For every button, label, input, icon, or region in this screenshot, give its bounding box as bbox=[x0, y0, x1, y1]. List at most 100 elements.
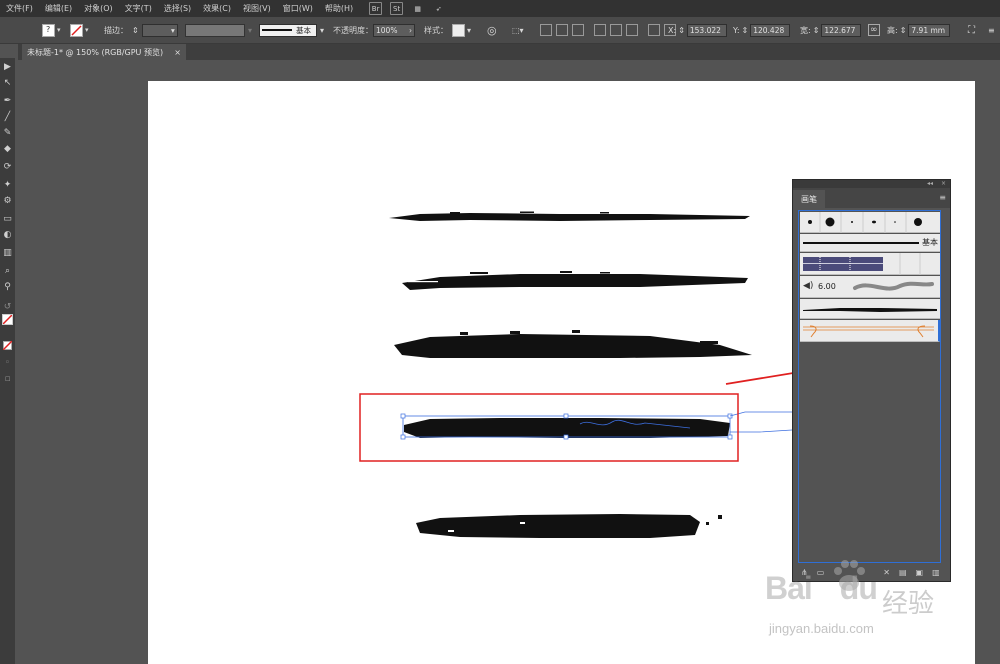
custom-brush-row[interactable] bbox=[800, 320, 940, 342]
zoom-tool-icon[interactable]: ⚲ bbox=[2, 282, 13, 293]
link-proportions-icon[interactable]: ∞ bbox=[868, 23, 880, 37]
h-field[interactable]: 7.91 mm bbox=[908, 23, 951, 37]
w-group: 宽: ⇕ 122.677 bbox=[800, 23, 862, 37]
w-label: 宽: bbox=[800, 25, 811, 35]
watermark-url: jingyan.baidu.com bbox=[769, 621, 874, 636]
stroke-swatch[interactable]: ▾ bbox=[70, 23, 89, 37]
stepper-icon[interactable]: ⇕ bbox=[900, 26, 907, 35]
stroke-color-icon bbox=[70, 23, 83, 37]
paw-icon bbox=[834, 560, 865, 591]
menu-type[interactable]: 文字(T) bbox=[119, 3, 158, 14]
menu-file[interactable]: 文件(F) bbox=[0, 3, 39, 14]
calligraphic-brushes-row bbox=[800, 212, 940, 233]
distribute-icon[interactable] bbox=[648, 24, 660, 36]
stepper-icon[interactable]: ⇕ bbox=[678, 26, 685, 35]
align-to-icon[interactable]: ⬚▾ bbox=[512, 23, 524, 37]
align-buttons bbox=[540, 23, 680, 37]
graph-tool-icon[interactable]: ▥ bbox=[2, 248, 13, 259]
stepper-icon[interactable]: ⇕ bbox=[132, 26, 139, 35]
stroke-weight-field[interactable]: ▾ bbox=[141, 23, 178, 37]
art-brush-row[interactable] bbox=[800, 299, 940, 319]
align-vcenter-icon[interactable] bbox=[610, 24, 622, 36]
graphic-style-swatch[interactable] bbox=[452, 23, 465, 37]
gradient-tool-icon[interactable]: ▭ bbox=[2, 214, 13, 225]
x-group: X: ⇕ 153.022 bbox=[668, 23, 727, 37]
h-label: 高: bbox=[887, 25, 898, 35]
collapse-icon[interactable]: ◂◂ bbox=[927, 180, 933, 187]
panel-header: ◂◂ × bbox=[793, 180, 950, 188]
bridge-icon[interactable]: Br bbox=[369, 2, 383, 15]
stock-icon[interactable]: St bbox=[390, 2, 404, 15]
opacity-label: 不透明度： bbox=[333, 25, 373, 35]
tab-brushes[interactable]: 画笔 bbox=[793, 190, 825, 208]
w-field[interactable]: 122.677 bbox=[821, 23, 862, 37]
close-icon[interactable]: × bbox=[174, 48, 181, 57]
recolor-icon[interactable]: ◎ bbox=[487, 23, 497, 37]
x-label: X: bbox=[668, 25, 677, 35]
brush-list: 基本 ◀) 6.00 bbox=[798, 210, 941, 563]
fill-swatch[interactable]: ? ▾ bbox=[42, 23, 61, 37]
stepper-icon[interactable]: ⇕ bbox=[813, 26, 820, 35]
align-right-icon[interactable] bbox=[572, 24, 584, 36]
rocket-icon[interactable]: ➶ bbox=[432, 2, 445, 15]
screen-mode-icon[interactable]: ▫ bbox=[2, 374, 13, 385]
opacity-value: 100% bbox=[376, 25, 398, 35]
watermark-site-label: 经验 bbox=[882, 589, 935, 619]
panel-menu-icon[interactable]: ≡ bbox=[939, 193, 946, 202]
none-color-icon[interactable] bbox=[2, 340, 13, 352]
watermark-logo-text: Bai bbox=[765, 570, 813, 606]
menu-window[interactable]: 窗口(W) bbox=[277, 3, 319, 14]
stroke-label: 描边： bbox=[104, 25, 128, 35]
more-icon[interactable]: ≡ bbox=[988, 23, 995, 37]
brush-definition[interactable]: 基本 ▾ bbox=[259, 23, 324, 37]
draw-mode-icon[interactable]: ◦ bbox=[2, 358, 13, 369]
bristle-brush-row[interactable]: ◀) 6.00 bbox=[800, 276, 940, 298]
basic-brush-label: 基本 bbox=[922, 238, 938, 247]
h-group: 高: ⇕ 7.91 mm bbox=[887, 23, 951, 37]
baidu-watermark: Bai du 经验 jingyan.baidu.com bbox=[757, 555, 957, 645]
close-icon[interactable]: × bbox=[941, 180, 946, 187]
pattern-brush-row[interactable] bbox=[800, 253, 940, 275]
opacity-field[interactable]: 100% › bbox=[373, 23, 415, 37]
x-field[interactable]: 153.022 bbox=[686, 23, 727, 37]
fill-stroke-icon[interactable] bbox=[2, 314, 13, 325]
selection-tool-icon[interactable]: ▶ bbox=[2, 62, 13, 73]
paintbrush-tool-icon[interactable]: ✎ bbox=[2, 128, 13, 139]
y-group: Y: ⇕ 120.428 bbox=[733, 23, 791, 37]
transform-each-icon[interactable]: ⛶ bbox=[968, 23, 975, 37]
brushes-panel: ◂◂ × 画笔 ≡ 基本 ◀) 6.00 ⋔ ▭ ✕ ▤ ▣ ▥ bbox=[792, 179, 951, 582]
brush-definition-label: 基本 bbox=[296, 25, 311, 35]
eyedropper-tool-icon[interactable]: ⌕ bbox=[2, 266, 13, 277]
document-tab[interactable]: 未标题-1* @ 150% (RGB/GPU 预览) × bbox=[22, 44, 186, 60]
align-hcenter-icon[interactable] bbox=[556, 24, 568, 36]
y-field[interactable]: 120.428 bbox=[750, 23, 791, 37]
workspace-icon[interactable]: ▦ bbox=[411, 2, 424, 15]
line-tool-icon[interactable]: ╱ bbox=[2, 112, 13, 123]
eraser-tool-icon[interactable]: ◆ bbox=[2, 144, 13, 155]
pen-tool-icon[interactable]: ✒ bbox=[2, 96, 13, 107]
align-top-icon[interactable] bbox=[594, 24, 606, 36]
align-bottom-icon[interactable] bbox=[626, 24, 638, 36]
style-group: 样式： ▾ bbox=[424, 23, 472, 37]
menu-select[interactable]: 选择(S) bbox=[158, 3, 197, 14]
direct-selection-tool-icon[interactable]: ↖ bbox=[2, 78, 13, 89]
rotate-tool-icon[interactable]: ⟳ bbox=[2, 162, 13, 173]
stepper-icon[interactable]: ⇕ bbox=[742, 26, 749, 35]
variable-width-field[interactable]: ▾ bbox=[185, 23, 252, 37]
chevron-down-icon: ▾ bbox=[57, 26, 61, 34]
menu-effect[interactable]: 效果(C) bbox=[197, 3, 237, 14]
align-left-icon[interactable] bbox=[540, 24, 552, 36]
shape-builder-tool-icon[interactable]: ⚙ bbox=[2, 196, 13, 207]
document-tab-title: 未标题-1* @ 150% (RGB/GPU 预览) bbox=[27, 47, 164, 57]
puppet-warp-tool-icon[interactable]: ✦ bbox=[2, 180, 13, 191]
menu-view[interactable]: 视图(V) bbox=[237, 3, 277, 14]
swap-colors-icon[interactable]: ↺ bbox=[2, 302, 13, 313]
blend-tool-icon[interactable]: ◐ bbox=[2, 230, 13, 241]
panel-tab-bar: 画笔 ≡ bbox=[793, 188, 950, 208]
basic-brush-row[interactable]: 基本 bbox=[800, 234, 940, 252]
menu-help[interactable]: 帮助(H) bbox=[319, 3, 359, 14]
menu-object[interactable]: 对象(O) bbox=[78, 3, 119, 14]
stroke-weight-group: 描边： ⇕ ▾ bbox=[104, 23, 178, 37]
style-label: 样式： bbox=[424, 25, 448, 35]
menu-edit[interactable]: 编辑(E) bbox=[39, 3, 78, 14]
